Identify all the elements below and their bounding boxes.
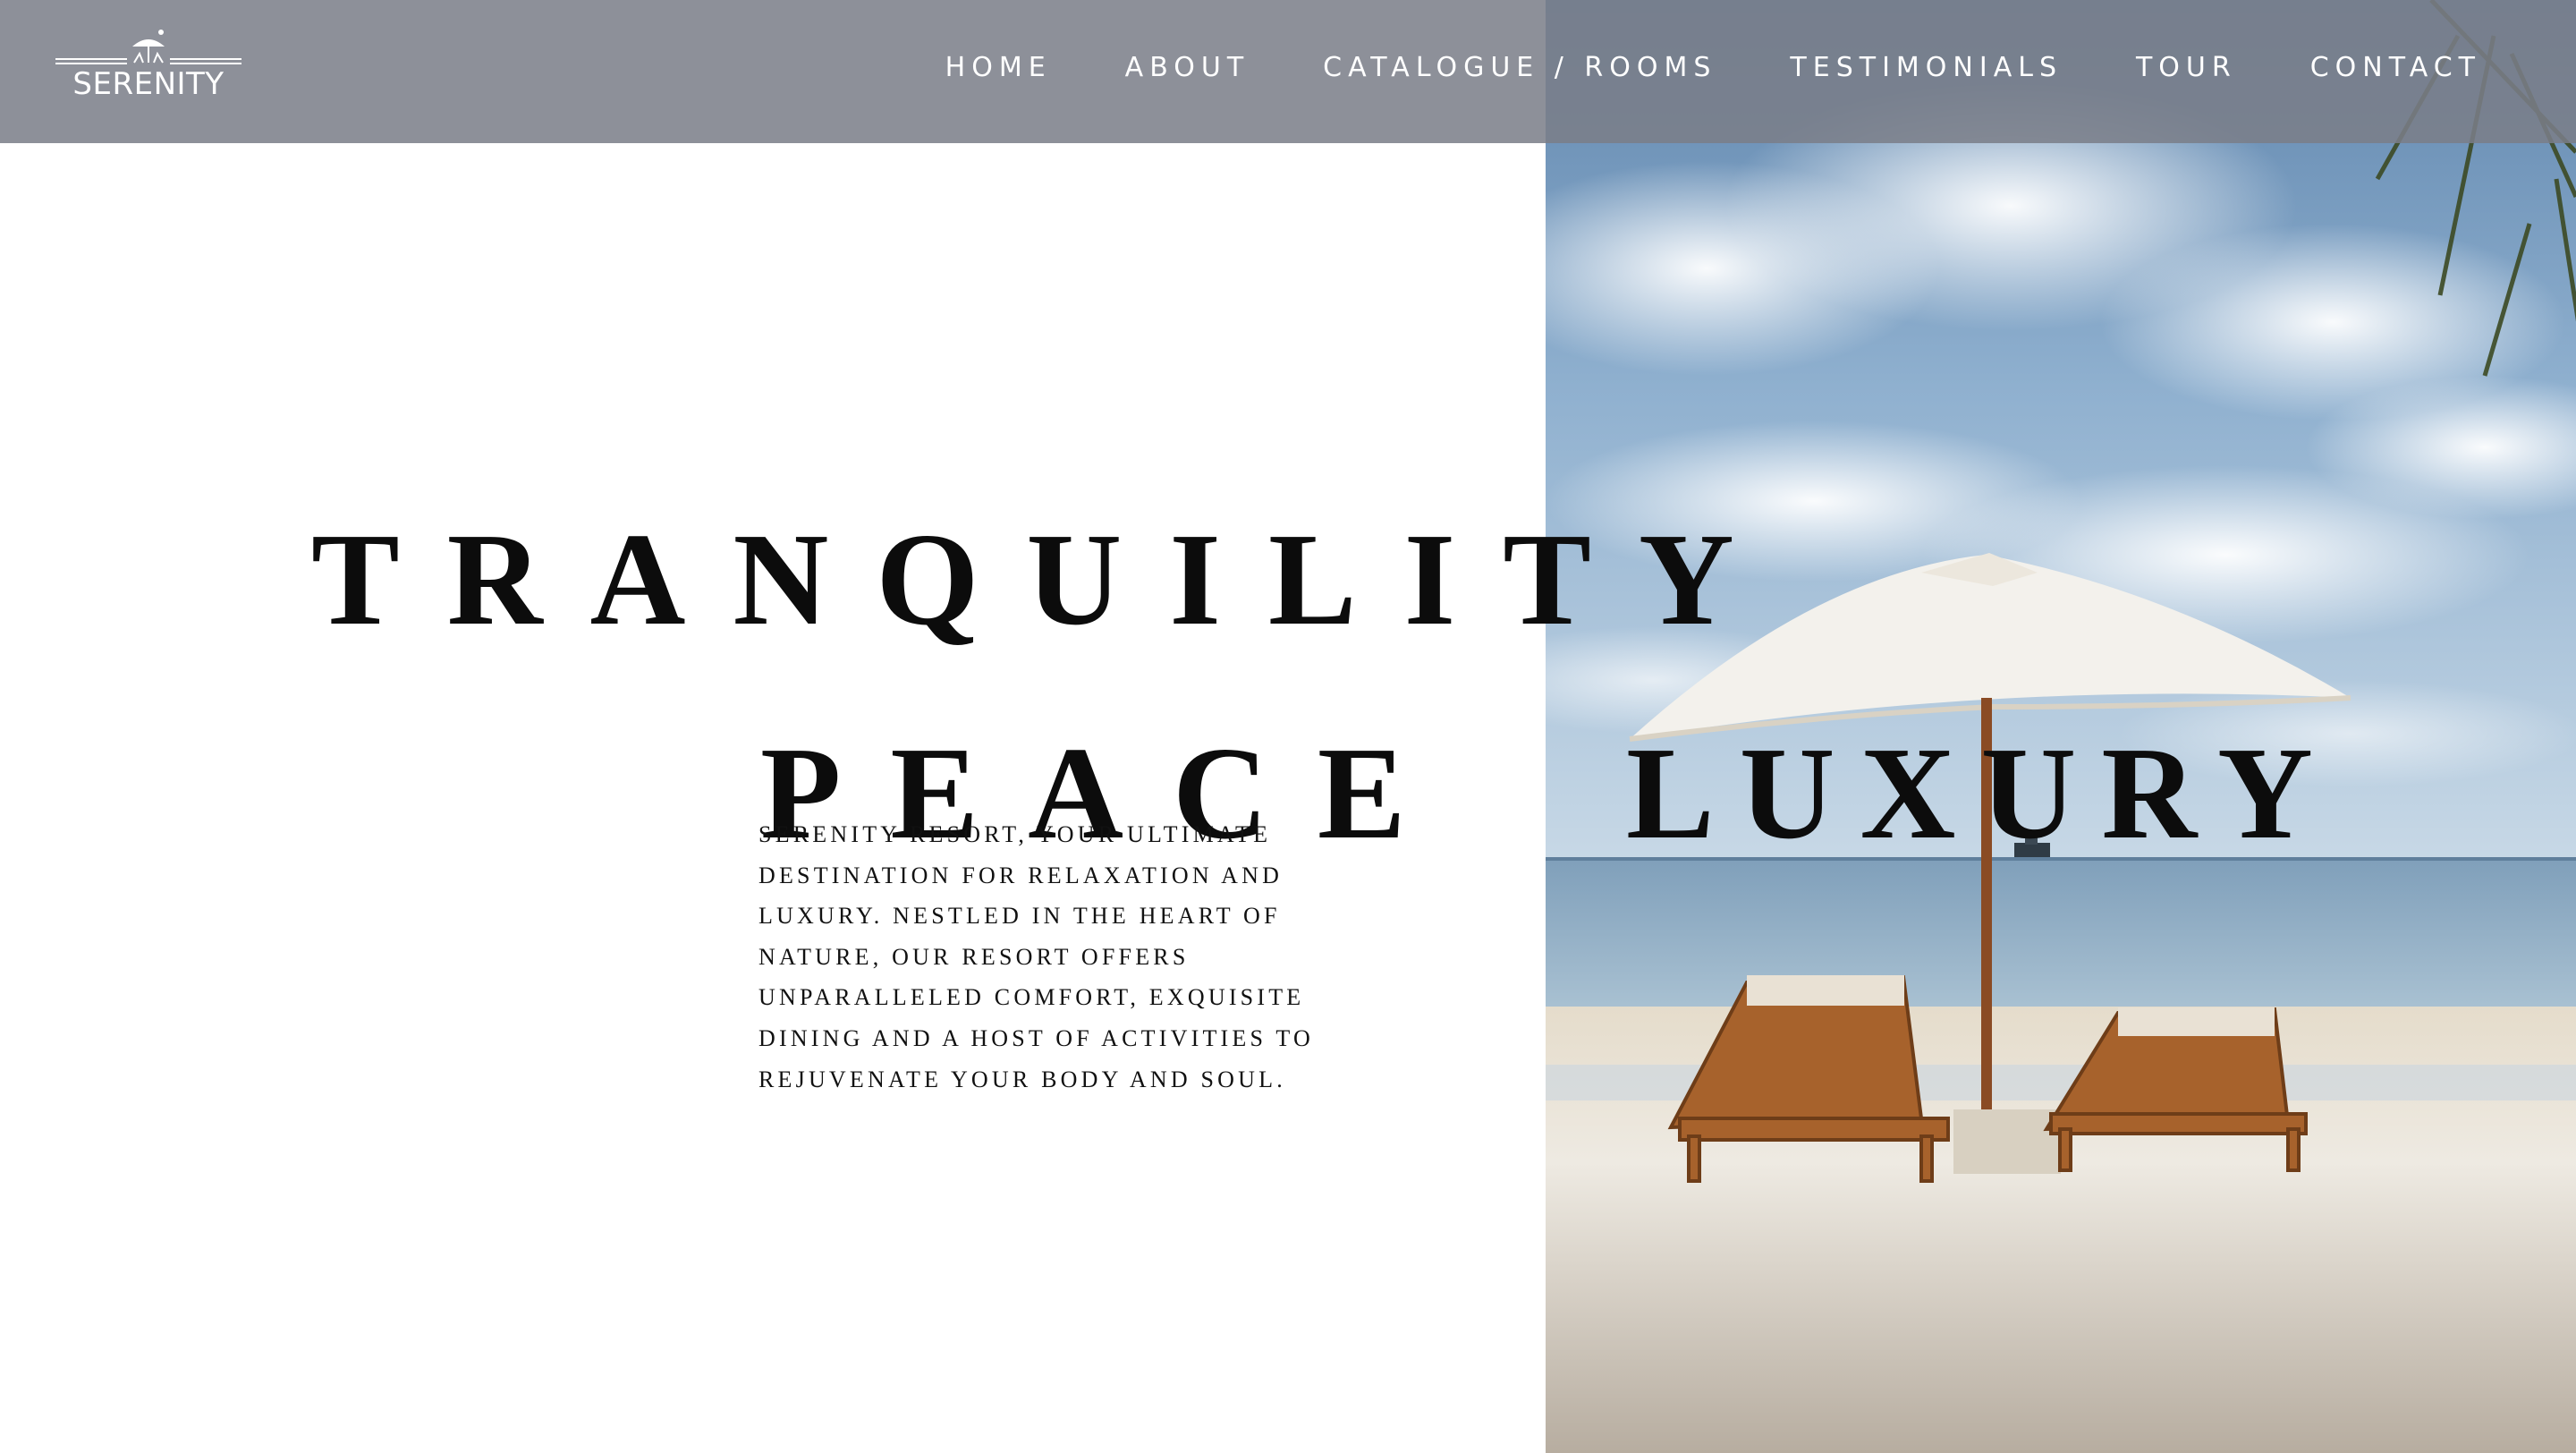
headline-tranquility: TRANQUILITY (311, 506, 1782, 654)
main-nav: HOME ABOUT CATALOGUE / ROOMS TESTIMONIAL… (945, 52, 2481, 83)
nav-testimonials[interactable]: TESTIMONIALS (1790, 52, 2063, 83)
nav-tour[interactable]: TOUR (2136, 52, 2237, 83)
intro-paragraph: SERENITY RESORT, YOUR ULTIMATE DESTINATI… (758, 821, 1314, 1092)
nav-catalogue-rooms[interactable]: CATALOGUE / ROOMS (1323, 52, 1716, 83)
top-navigation-bar: SERENITY HOME ABOUT CATALOGUE / ROOMS TE… (0, 0, 2576, 143)
headline-luxury: LUXURY (1626, 719, 2338, 867)
brand-name: SERENITY (72, 66, 225, 102)
nav-contact[interactable]: CONTACT (2310, 52, 2481, 83)
umbrella-logo-icon (55, 30, 242, 64)
nav-home[interactable]: HOME (945, 52, 1052, 83)
nav-about[interactable]: ABOUT (1125, 52, 1250, 83)
brand-logo[interactable]: SERENITY (55, 27, 242, 107)
